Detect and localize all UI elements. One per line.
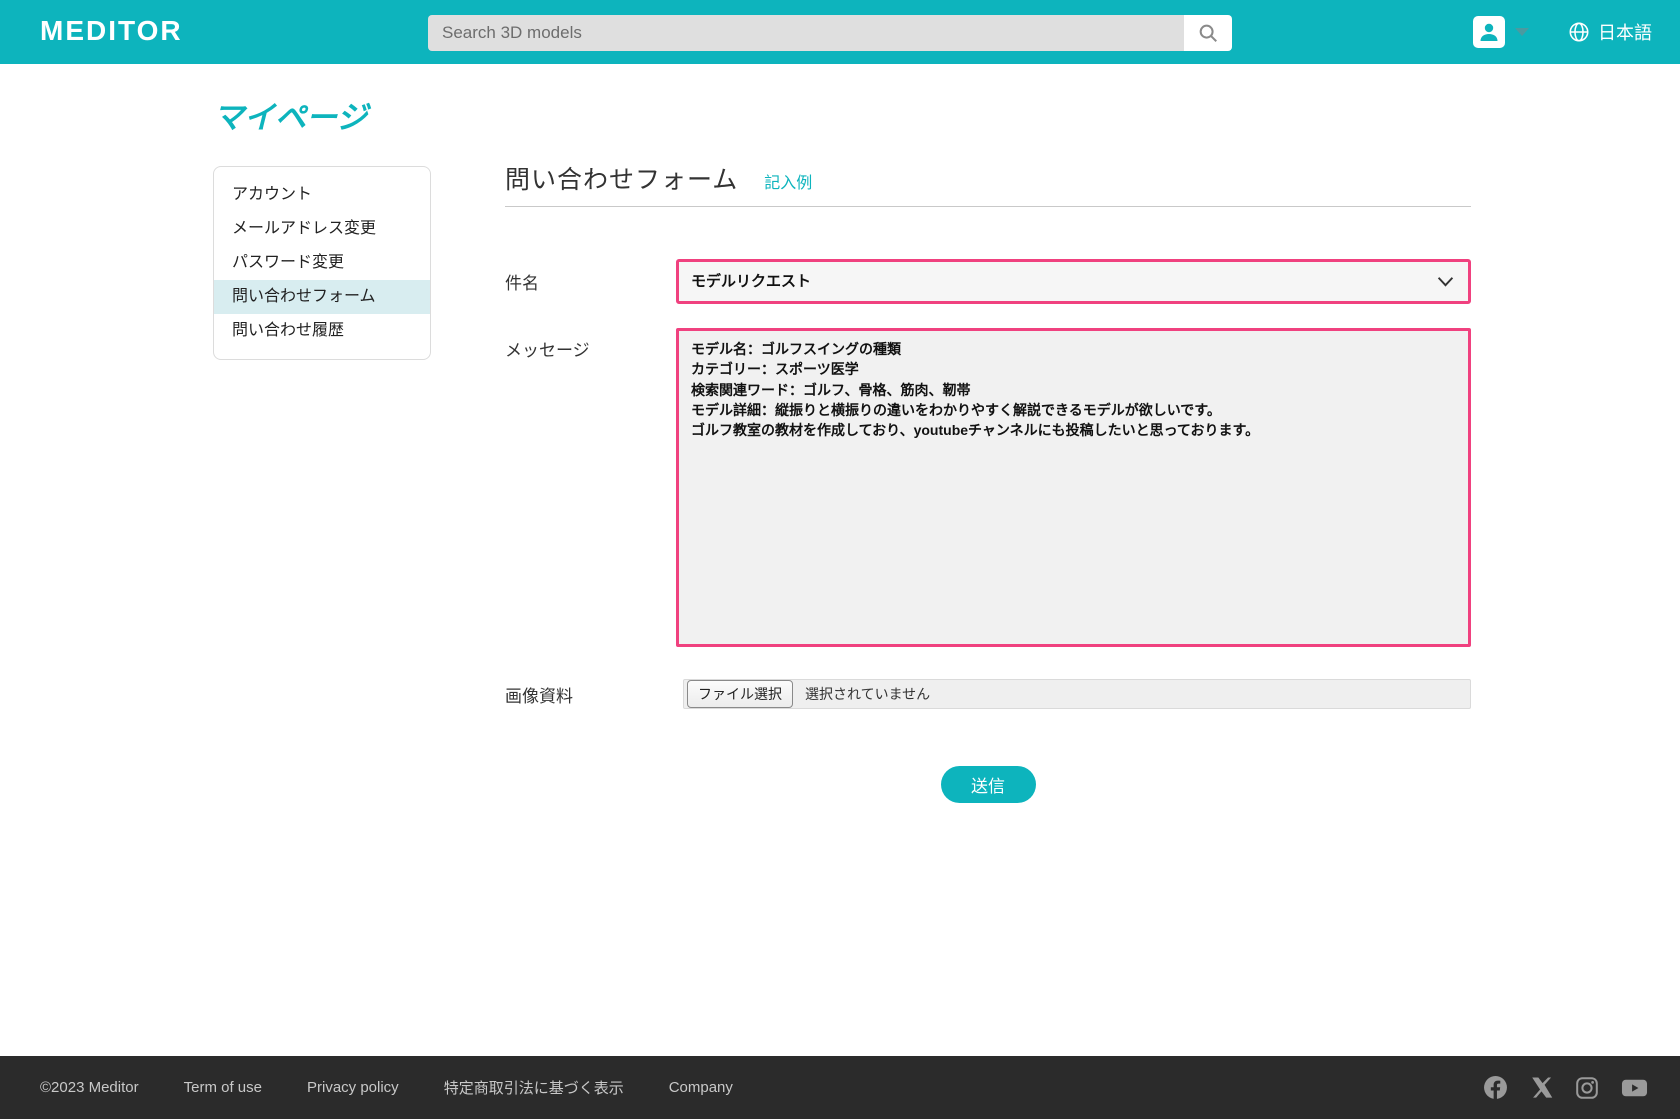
message-row: メッセージ モデル名：ゴルフスイングの種類 カテゴリー：スポーツ医学 検索関連ワ…	[505, 328, 1471, 647]
sidebar-menu: アカウントメールアドレス変更パスワード変更問い合わせフォーム問い合わせ履歴	[214, 178, 430, 348]
subject-select-wrap: モデルリクエスト	[676, 259, 1471, 304]
language-selector[interactable]: 日本語	[1568, 19, 1652, 45]
main-content: マイページ アカウントメールアドレス変更パスワード変更問い合わせフォーム問い合わ…	[0, 64, 1680, 1056]
search-button[interactable]	[1184, 15, 1232, 51]
sidebar-item[interactable]: パスワード変更	[214, 246, 430, 280]
footer: ©2023 Meditor Term of use Privacy policy 特定…	[0, 1056, 1680, 1119]
language-label: 日本語	[1598, 19, 1652, 45]
youtube-icon[interactable]	[1621, 1077, 1648, 1099]
brand-logo[interactable]: MEDITOR	[40, 15, 183, 47]
globe-icon	[1568, 21, 1590, 43]
subject-label: 件名	[505, 269, 676, 294]
footer-link[interactable]: Privacy policy	[307, 1079, 399, 1096]
footer-link[interactable]: Company	[669, 1079, 733, 1096]
footer-social	[1483, 1075, 1648, 1100]
sidebar-item[interactable]: アカウント	[214, 178, 430, 212]
instagram-icon[interactable]	[1575, 1076, 1599, 1100]
contact-form: 問い合わせフォーム 記入例 件名 モデルリクエスト メッセージ モデル名：ゴルフ…	[505, 160, 1471, 803]
footer-link[interactable]: Term of use	[184, 1079, 262, 1096]
sidebar-item[interactable]: 問い合わせフォーム	[214, 280, 430, 314]
facebook-icon[interactable]	[1483, 1075, 1508, 1100]
page-title: マイページ	[213, 92, 367, 137]
search-input[interactable]	[428, 15, 1184, 51]
form-header: 問い合わせフォーム 記入例	[505, 160, 1471, 207]
footer-links: ©2023 Meditor Term of use Privacy policy 特定…	[40, 1077, 733, 1098]
message-textarea[interactable]: モデル名：ゴルフスイングの種類 カテゴリー：スポーツ医学 検索関連ワード：ゴルフ…	[676, 328, 1471, 647]
file-status-text: 選択されていません	[805, 684, 930, 704]
search-icon	[1197, 22, 1219, 44]
chevron-down-icon	[1515, 28, 1529, 36]
submit-button[interactable]: 送信	[941, 766, 1036, 803]
form-title: 問い合わせフォーム	[505, 160, 738, 196]
file-row: 画像資料 ファイル選択 選択されていません	[505, 679, 1471, 709]
search-bar	[428, 15, 1232, 51]
subject-row: 件名 モデルリクエスト	[505, 259, 1471, 304]
user-avatar-icon	[1473, 16, 1505, 48]
x-icon[interactable]	[1530, 1076, 1553, 1099]
file-label: 画像資料	[505, 682, 676, 707]
sidebar-item[interactable]: メールアドレス変更	[214, 212, 430, 246]
subject-select[interactable]: モデルリクエスト	[679, 262, 1468, 301]
account-menu[interactable]	[1473, 16, 1529, 48]
example-link[interactable]: 記入例	[764, 169, 812, 193]
file-select-button[interactable]: ファイル選択	[687, 680, 793, 708]
message-label: メッセージ	[505, 328, 676, 361]
sidebar-item[interactable]: 問い合わせ履歴	[214, 314, 430, 348]
file-input[interactable]: ファイル選択 選択されていません	[683, 679, 1471, 709]
footer-copyright: ©2023 Meditor	[40, 1079, 139, 1096]
footer-link[interactable]: 特定商取引法に基づく表示	[444, 1077, 624, 1098]
sidebar: アカウントメールアドレス変更パスワード変更問い合わせフォーム問い合わせ履歴	[213, 166, 431, 360]
header: MEDITOR 日本語	[0, 0, 1680, 64]
